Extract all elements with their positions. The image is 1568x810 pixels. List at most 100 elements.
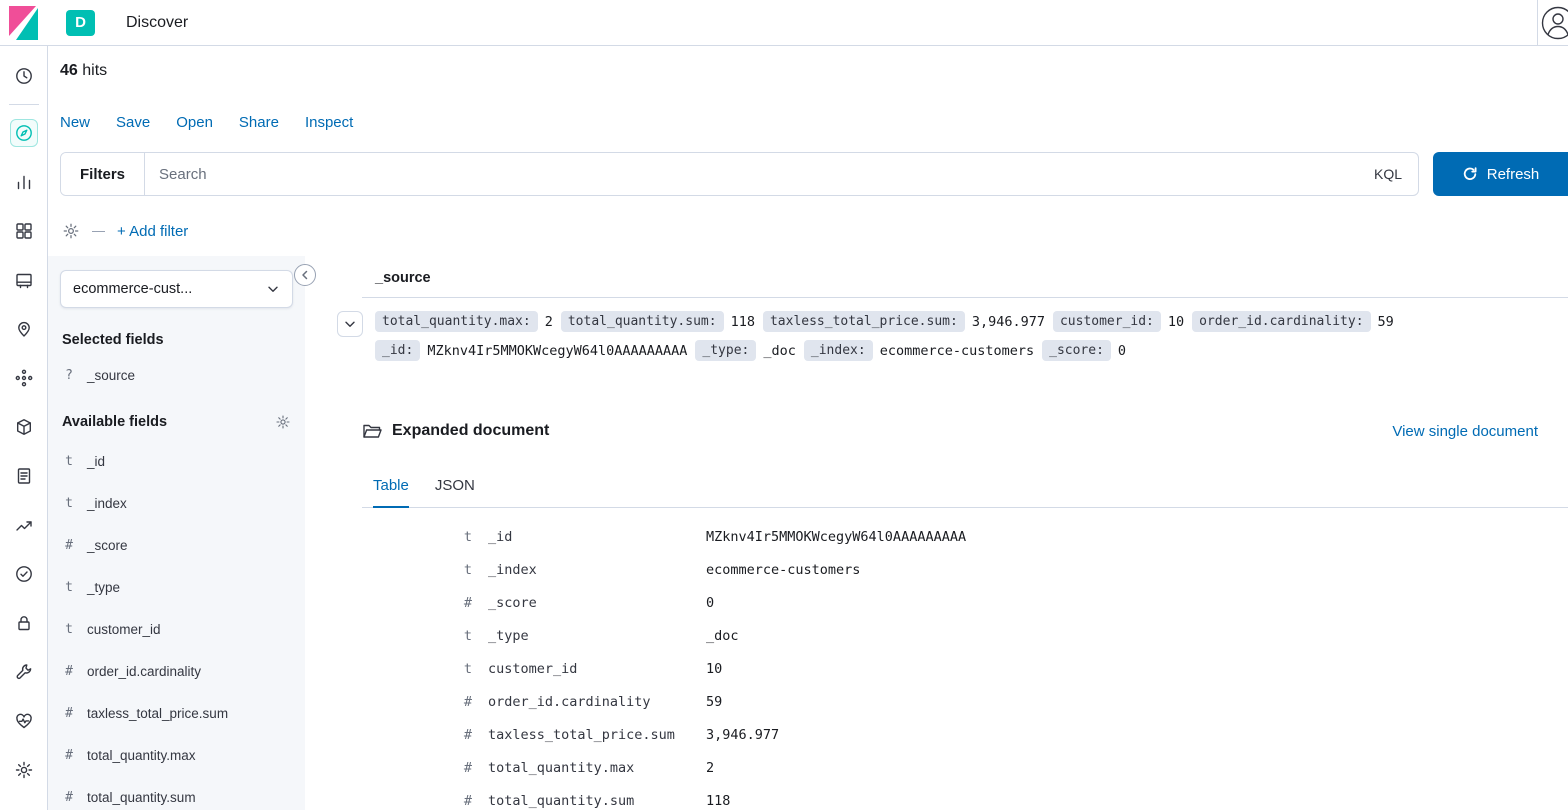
top-menu-link[interactable]: Inspect xyxy=(305,114,353,134)
rail-item-management[interactable] xyxy=(10,756,38,784)
field-name: _index xyxy=(87,495,127,511)
document-field-table: t _id MZknv4Ir5MMOKWcegyW64l0AAAAAAAAA t… xyxy=(362,520,1568,810)
user-avatar-icon xyxy=(1541,6,1568,39)
selected-field-item[interactable]: ? _source xyxy=(60,360,293,390)
field-type-icon: t xyxy=(463,660,473,677)
field-type-icon: # xyxy=(65,705,73,721)
doc-field-key-badge[interactable]: total_quantity.max: xyxy=(375,311,538,332)
check-circle-icon xyxy=(15,566,32,582)
field-settings-gear-icon[interactable] xyxy=(275,414,291,430)
available-field-item[interactable]: # taxless_total_price.sum xyxy=(60,692,293,734)
search-input[interactable] xyxy=(145,165,1374,183)
doc-field-value: MZknv4Ir5MMOKWcegyW64l0AAAAAAAAA xyxy=(427,342,688,359)
doc-table-row: # total_quantity.max 2 xyxy=(362,751,1568,784)
doc-field-key-badge[interactable]: _index: xyxy=(803,340,873,361)
doc-field-pair: _index: ecommerce-customers xyxy=(803,340,1035,361)
source-column-header[interactable]: _source xyxy=(375,256,1568,286)
search-box: Filters KQL xyxy=(60,152,1419,196)
doc-table-row: # taxless_total_price.sum 3,946.977 xyxy=(362,718,1568,751)
doc-field-value: _doc xyxy=(763,342,796,359)
top-menu-link[interactable]: Share xyxy=(239,114,279,134)
collapse-sidebar-button[interactable] xyxy=(294,264,316,286)
ml-dots-icon xyxy=(15,369,32,387)
kibana-logo[interactable] xyxy=(0,0,48,45)
field-value: MZknv4Ir5MMOKWcegyW64l0AAAAAAAAA xyxy=(706,528,967,545)
add-filter-link[interactable]: + Add filter xyxy=(117,223,188,240)
rail-item-metrics[interactable] xyxy=(10,511,38,539)
map-pin-icon xyxy=(17,321,30,337)
available-field-item[interactable]: # order_id.cardinality xyxy=(60,650,293,692)
available-field-item[interactable]: # _score xyxy=(60,524,293,566)
doc-field-value: ecommerce-customers xyxy=(879,342,1035,359)
doc-field-key-badge[interactable]: customer_id: xyxy=(1052,311,1161,332)
field-name: _score xyxy=(488,594,537,611)
doc-field-pair: order_id.cardinality: 59 xyxy=(1192,311,1394,332)
rail-item-dev-tools[interactable] xyxy=(10,658,38,686)
doc-field-pair: taxless_total_price.sum: 3,946.977 xyxy=(762,311,1045,332)
nav-rail xyxy=(0,46,48,810)
rail-item-dashboard[interactable] xyxy=(10,217,38,245)
field-type-icon: # xyxy=(463,726,473,743)
doc-field-key-badge[interactable]: order_id.cardinality: xyxy=(1192,311,1371,332)
top-menu-link[interactable]: Open xyxy=(176,114,213,134)
rail-item-discover[interactable] xyxy=(9,119,38,147)
tab-json[interactable]: JSON xyxy=(435,477,475,508)
available-field-item[interactable]: # total_quantity.max xyxy=(60,734,293,776)
view-single-document-link[interactable]: View single document xyxy=(1392,423,1538,440)
field-name: taxless_total_price.sum xyxy=(87,705,229,721)
doc-field-value: 118 xyxy=(730,313,755,330)
doc-field-key-badge[interactable]: _score: xyxy=(1042,340,1111,361)
field-name: total_quantity.sum xyxy=(488,792,635,809)
field-type-icon: t xyxy=(65,495,73,511)
available-field-item[interactable]: # total_quantity.sum xyxy=(60,776,293,810)
doc-field-value: 59 xyxy=(1377,313,1394,330)
index-pattern-select[interactable]: ecommerce-cust... xyxy=(60,270,293,308)
doc-field-key-badge[interactable]: total_quantity.sum: xyxy=(560,311,724,332)
top-menu-link[interactable]: New xyxy=(60,114,90,134)
tab-table[interactable]: Table xyxy=(373,477,409,508)
available-field-item[interactable]: t customer_id xyxy=(60,608,293,650)
rail-item-recent[interactable] xyxy=(10,62,38,90)
kibana-app: D Discover 46 hits New Save Open Share I… xyxy=(0,0,1568,810)
doc-field-key-badge[interactable]: taxless_total_price.sum: xyxy=(762,311,965,332)
rail-item-canvas[interactable] xyxy=(10,266,38,294)
rail-item-siem[interactable] xyxy=(10,609,38,637)
refresh-icon xyxy=(1463,167,1477,180)
available-fields-list: t _id t _index # _score t _type t custom… xyxy=(60,440,293,810)
fields-sidebar: ecommerce-cust... Selected fields ? _sou… xyxy=(48,256,305,810)
chevron-down-icon xyxy=(345,321,355,327)
doc-field-value: 2 xyxy=(544,313,553,330)
cube-icon xyxy=(16,419,31,435)
refresh-button[interactable]: Refresh xyxy=(1433,152,1568,196)
refresh-label: Refresh xyxy=(1486,165,1540,183)
doc-field-key-badge[interactable]: _type: xyxy=(695,340,757,361)
doc-field-key-badge[interactable]: _id: xyxy=(375,340,421,361)
user-menu-button[interactable] xyxy=(1538,0,1568,45)
rail-item-machine-learning[interactable] xyxy=(10,364,38,392)
doc-table-row: t customer_id 10 xyxy=(362,652,1568,685)
top-menu-link[interactable]: Save xyxy=(116,114,150,134)
available-field-item[interactable]: t _index xyxy=(60,482,293,524)
query-language-button[interactable]: KQL xyxy=(1374,166,1418,182)
rail-item-apm[interactable] xyxy=(10,413,38,441)
results-area: _source total_quantity.max: 2 total_quan… xyxy=(294,256,1568,810)
field-value: 10 xyxy=(706,660,723,677)
available-field-item[interactable]: t _type xyxy=(60,566,293,608)
discover-content: ecommerce-cust... Selected fields ? _sou… xyxy=(48,256,1568,810)
body: 46 hits New Save Open Share Inspect Filters … xyxy=(0,46,1568,810)
expand-document-button[interactable] xyxy=(337,311,363,337)
field-type-icon: t xyxy=(65,621,73,637)
doc-field-pair: customer_id: 10 xyxy=(1052,311,1184,332)
rail-item-monitoring[interactable] xyxy=(10,707,38,735)
heartbeat-icon xyxy=(15,713,32,729)
filters-button[interactable]: Filters xyxy=(61,153,146,195)
field-value: 0 xyxy=(706,594,715,611)
available-field-item[interactable]: t _id xyxy=(60,440,293,482)
filter-settings-gear-icon[interactable] xyxy=(62,222,80,240)
rail-item-visualize[interactable] xyxy=(10,168,38,196)
field-type-icon: t xyxy=(65,453,73,469)
rail-item-uptime[interactable] xyxy=(10,560,38,588)
rail-item-logs[interactable] xyxy=(10,462,38,490)
available-fields-heading: Available fields xyxy=(60,414,293,430)
rail-item-maps[interactable] xyxy=(10,315,38,343)
